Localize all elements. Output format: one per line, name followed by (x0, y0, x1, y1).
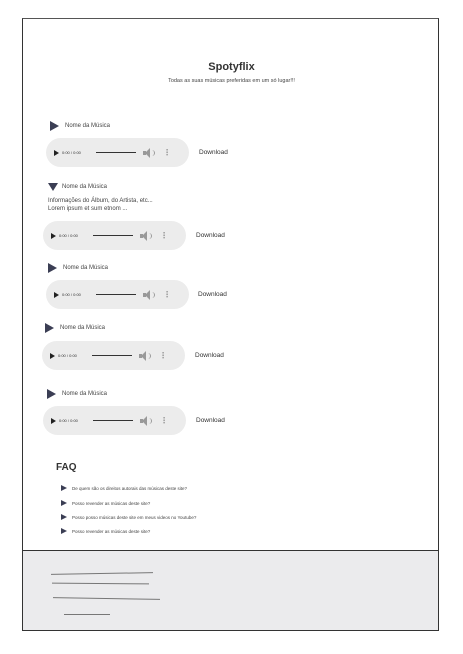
audio-player-1[interactable]: 0:00 / 0:00 ⋮ (46, 138, 189, 167)
footer-placeholder-line (51, 582, 150, 585)
track-toggle-5[interactable]: Nome da Música (47, 389, 107, 399)
more-vertical-icon[interactable]: ⋮ (159, 351, 167, 359)
volume-icon[interactable] (143, 289, 155, 300)
faq-title: FAQ (56, 462, 77, 473)
volume-icon[interactable] (140, 230, 152, 241)
page-subtitle: Todas as suas músicas preferidas em um s… (168, 78, 295, 84)
faq-question: Posso revender as músicas deste site? (72, 528, 151, 534)
faq-item[interactable]: Posso posso músicas deste site em meus v… (61, 514, 196, 520)
faq-question: Posso revender as músicas deste site? (72, 500, 151, 506)
download-link-2[interactable]: Download (196, 232, 225, 239)
triangle-right-icon (45, 323, 54, 333)
audio-player-4[interactable]: 0:00 / 0:00 ⋮ (42, 341, 185, 370)
more-vertical-icon[interactable]: ⋮ (163, 290, 171, 298)
track-name: Nome da Música (65, 123, 111, 129)
track-toggle-3[interactable]: Nome da Música (48, 263, 108, 273)
triangle-right-icon (61, 500, 67, 506)
triangle-right-icon (48, 263, 57, 273)
track-info-line: Informações do Álbum, do Artista, etc... (48, 198, 153, 204)
triangle-down-icon (48, 183, 58, 191)
track-info: Informações do Álbum, do Artista, etc...… (48, 197, 153, 213)
faq-question: Posso posso músicas deste site em meus v… (72, 514, 197, 520)
track-name: Nome da Música (63, 265, 109, 271)
footer-placeholder-line (52, 597, 161, 600)
faq-item[interactable]: Posso revender as músicas deste site? (61, 528, 150, 534)
triangle-right-icon (61, 485, 67, 491)
more-vertical-icon[interactable]: ⋮ (160, 416, 168, 424)
track-toggle-4[interactable]: Nome da Música (45, 323, 105, 333)
download-link-4[interactable]: Download (195, 352, 224, 359)
play-icon[interactable] (51, 232, 56, 239)
track-info-line: Lorem ipsum et sum etnom ... (48, 206, 128, 212)
track-name: Nome da Música (62, 184, 108, 190)
footer-placeholder-line (64, 614, 110, 615)
play-icon[interactable] (50, 352, 55, 359)
progress-bar[interactable] (96, 294, 136, 295)
play-icon[interactable] (54, 291, 59, 298)
time-display: 0:00 / 0:00 (58, 353, 77, 358)
audio-player-5[interactable]: 0:00 / 0:00 ⋮ (43, 406, 186, 435)
download-link-5[interactable]: Download (196, 417, 225, 424)
more-vertical-icon[interactable]: ⋮ (160, 231, 168, 239)
progress-bar[interactable] (93, 235, 133, 236)
more-vertical-icon[interactable]: ⋮ (163, 148, 171, 156)
track-toggle-1[interactable]: Nome da Música (50, 121, 110, 131)
page-frame-bottom (22, 630, 439, 631)
triangle-right-icon (47, 389, 56, 399)
triangle-right-icon (61, 528, 67, 534)
audio-player-2[interactable]: 0:00 / 0:00 ⋮ (43, 221, 186, 250)
footer (23, 550, 438, 630)
faq-item[interactable]: De quem são os direitos autorais das mús… (61, 485, 187, 491)
volume-icon[interactable] (139, 350, 151, 361)
time-display: 0:00 / 0:00 (62, 292, 81, 297)
page-title: Spotyflix (208, 61, 255, 73)
volume-icon[interactable] (143, 147, 155, 158)
play-icon[interactable] (54, 149, 59, 156)
progress-bar[interactable] (96, 152, 136, 153)
track-name: Nome da Música (60, 325, 106, 331)
faq-item[interactable]: Posso revender as músicas deste site? (61, 500, 150, 506)
track-name: Nome da Música (62, 391, 108, 397)
progress-bar[interactable] (92, 355, 132, 356)
audio-player-3[interactable]: 0:00 / 0:00 ⋮ (46, 280, 189, 309)
time-display: 0:00 / 0:00 (62, 150, 81, 155)
time-display: 0:00 / 0:00 (59, 233, 78, 238)
track-toggle-2[interactable]: Nome da Música (48, 183, 107, 191)
progress-bar[interactable] (93, 420, 133, 421)
faq-question: De quem são os direitos autorais das mús… (72, 485, 188, 491)
play-icon[interactable] (51, 417, 56, 424)
triangle-right-icon (50, 121, 59, 131)
triangle-right-icon (61, 514, 67, 520)
download-link-3[interactable]: Download (198, 291, 227, 298)
download-link-1[interactable]: Download (199, 149, 228, 156)
time-display: 0:00 / 0:00 (59, 418, 78, 423)
footer-placeholder-line (50, 572, 154, 575)
volume-icon[interactable] (140, 415, 152, 426)
